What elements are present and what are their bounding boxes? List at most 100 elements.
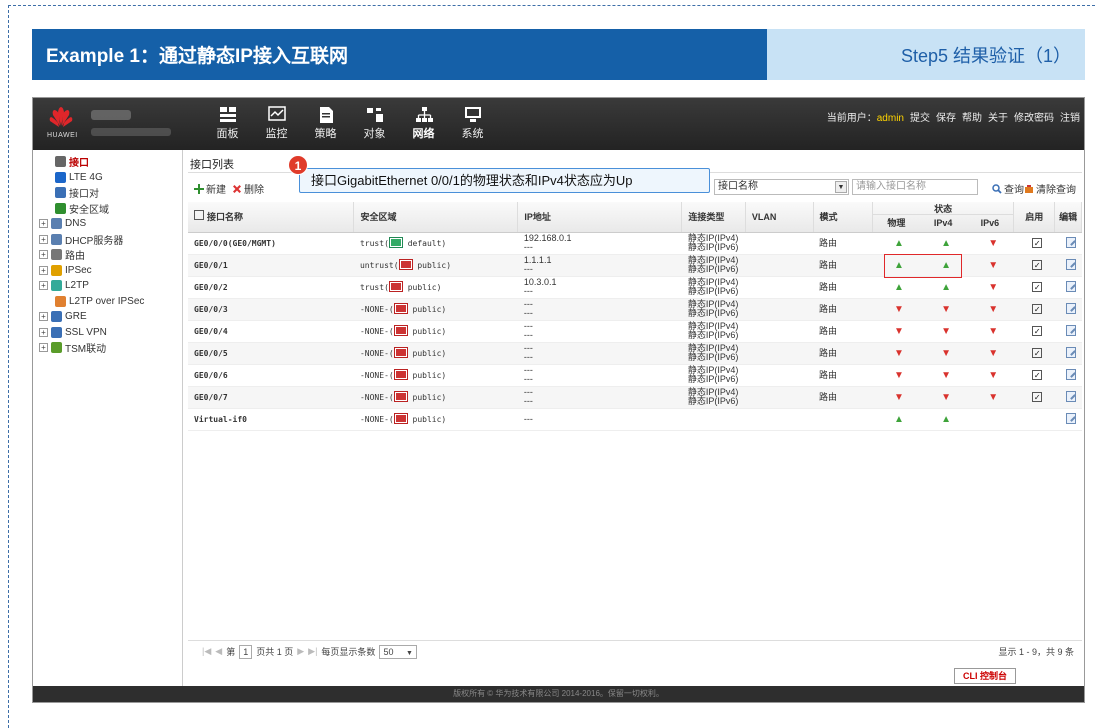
main-content: 接口列表 新建 删除 接口名称 ▼ 请输入接口名称 查询 清除查询 接口Giga… xyxy=(184,150,1084,688)
interface-name[interactable]: GE0/0/0(GE0/MGMT) xyxy=(188,232,354,255)
connection-type xyxy=(681,408,746,431)
enable-checkbox[interactable]: ✓ xyxy=(1032,370,1043,380)
per-page-select[interactable]: 50 ▼ xyxy=(379,644,417,659)
nav-dashboard[interactable]: 面板 xyxy=(203,104,252,141)
edit-icon[interactable] xyxy=(1066,324,1077,336)
edit-icon[interactable] xyxy=(1066,258,1077,270)
interface-name[interactable]: GE0/0/3 xyxy=(188,298,354,321)
search-input[interactable]: 请输入接口名称 xyxy=(852,179,978,195)
nav-network[interactable]: 网络 xyxy=(399,104,448,141)
sidebar-item-5[interactable]: + DNS xyxy=(33,216,182,232)
table-row[interactable]: GE0/0/3 -NONE-( public) --- --- 静态IP(IPv4… xyxy=(188,298,1082,321)
top-links: 当前用户：admin 提交 保存 帮助 关于 修改密码 注销 xyxy=(827,109,1080,124)
nav-system[interactable]: 系统 xyxy=(448,104,497,141)
table-row[interactable]: GE0/0/6 -NONE-( public) --- --- 静态IP(IPv4… xyxy=(188,364,1082,387)
next-page-icon[interactable]: ▶ xyxy=(297,646,304,657)
table-row[interactable]: GE0/0/0(GE0/MGMT) trust( default) 192.16… xyxy=(188,232,1082,255)
enable-checkbox[interactable]: ✓ xyxy=(1032,238,1043,248)
logout-link[interactable]: 注销 xyxy=(1060,109,1080,124)
save-link[interactable]: 保存 xyxy=(936,109,956,124)
first-page-icon[interactable]: |◀ xyxy=(202,646,211,657)
sidebar-item-8[interactable]: + IPSec xyxy=(33,263,182,279)
clear-query-button[interactable]: 清除查询 xyxy=(1024,181,1076,196)
vlan xyxy=(745,276,813,299)
network-icon xyxy=(415,107,433,122)
edit-icon[interactable] xyxy=(1066,302,1077,314)
enable-checkbox[interactable]: ✓ xyxy=(1032,304,1043,314)
about-link[interactable]: 关于 xyxy=(988,109,1008,124)
edit-icon[interactable] xyxy=(1066,346,1077,358)
nav-policy[interactable]: 策略 xyxy=(301,104,350,141)
interface-name[interactable]: GE0/0/1 xyxy=(188,254,354,277)
nav-object[interactable]: 对象 xyxy=(350,104,399,141)
zone-icon xyxy=(398,259,413,270)
expand-icon[interactable]: + xyxy=(39,250,48,260)
up-arrow-icon: ▲ xyxy=(941,281,952,293)
sidebar-item-icon xyxy=(51,218,62,230)
phys-status: ▼ xyxy=(872,364,920,387)
sidebar-item-label: LTE 4G xyxy=(69,171,103,183)
enable-checkbox[interactable]: ✓ xyxy=(1032,392,1043,402)
sidebar-item-icon xyxy=(51,233,62,245)
expand-icon[interactable]: + xyxy=(39,234,48,244)
interface-name[interactable]: GE0/0/7 xyxy=(188,386,354,409)
edit-icon[interactable] xyxy=(1066,368,1077,380)
sidebar-item-icon xyxy=(51,249,62,261)
expand-icon[interactable]: + xyxy=(39,343,48,353)
submit-link[interactable]: 提交 xyxy=(910,109,930,124)
enable-checkbox[interactable]: ✓ xyxy=(1032,348,1043,358)
expand-icon[interactable]: + xyxy=(39,265,48,275)
up-arrow-icon: ▲ xyxy=(941,413,952,425)
nav-monitor[interactable]: 监控 xyxy=(252,104,301,141)
interface-name[interactable]: Virtual-if0 xyxy=(188,408,354,431)
pager: |◀ ◀ 第 1 页共 1 页 ▶ ▶| 每页显示条数 50 ▼ 显示 1 - … xyxy=(188,640,1082,662)
enable-checkbox[interactable]: ✓ xyxy=(1032,326,1043,336)
enable-checkbox[interactable]: ✓ xyxy=(1032,282,1043,292)
sidebar-item-9[interactable]: + L2TP xyxy=(33,278,182,294)
query-button[interactable]: 查询 xyxy=(992,181,1024,196)
sidebar-item-10[interactable]: L2TP over IPSec xyxy=(33,294,182,310)
vlan xyxy=(745,408,813,431)
expand-icon[interactable]: + xyxy=(39,219,48,229)
expand-icon[interactable]: + xyxy=(39,327,48,337)
interface-name[interactable]: GE0/0/2 xyxy=(188,276,354,299)
ipv4-status: ▼ xyxy=(919,320,967,343)
help-link[interactable]: 帮助 xyxy=(962,109,982,124)
expand-icon[interactable]: + xyxy=(39,312,48,322)
sidebar-item-1[interactable]: 接口 xyxy=(33,154,182,170)
prev-page-icon[interactable]: ◀ xyxy=(215,646,222,657)
sidebar-item-2[interactable]: LTE 4G xyxy=(33,170,182,186)
callout-number: 1 xyxy=(288,155,308,175)
search-field-select[interactable]: 接口名称 ▼ xyxy=(714,179,849,195)
last-page-icon[interactable]: ▶| xyxy=(308,646,317,657)
sidebar-item-4[interactable]: 安全区域 xyxy=(33,201,182,217)
sidebar-item-3[interactable]: 接口对 xyxy=(33,185,182,201)
page-input[interactable]: 1 xyxy=(239,644,253,659)
cli-console-button[interactable]: CLI 控制台 xyxy=(954,668,1016,684)
edit-icon[interactable] xyxy=(1066,280,1077,292)
table-row[interactable]: GE0/0/4 -NONE-( public) --- --- 静态IP(IPv4… xyxy=(188,320,1082,343)
new-button[interactable]: 新建 xyxy=(194,181,226,196)
nav-label: 策略 xyxy=(314,128,337,140)
delete-button[interactable]: 删除 xyxy=(232,181,264,196)
interface-name[interactable]: GE0/0/5 xyxy=(188,342,354,365)
table-row[interactable]: GE0/0/5 -NONE-( public) --- --- 静态IP(IPv4… xyxy=(188,342,1082,365)
select-all-checkbox[interactable] xyxy=(194,210,204,221)
interface-name[interactable]: GE0/0/4 xyxy=(188,320,354,343)
table-row[interactable]: GE0/0/2 trust( public) 10.3.0.1 --- 静态IP(… xyxy=(188,276,1082,299)
expand-icon[interactable]: + xyxy=(39,281,48,291)
edit-icon[interactable] xyxy=(1066,412,1077,424)
sidebar-item-13[interactable]: + TSM联动 xyxy=(33,340,182,356)
sidebar-item-12[interactable]: + SSL VPN xyxy=(33,325,182,341)
edit-icon[interactable] xyxy=(1066,236,1077,248)
enable-checkbox[interactable]: ✓ xyxy=(1032,260,1043,270)
change-password-link[interactable]: 修改密码 xyxy=(1014,109,1054,124)
ipv4-status: ▼ xyxy=(919,386,967,409)
sidebar-item-6[interactable]: + DHCP服务器 xyxy=(33,232,182,248)
sidebar-item-7[interactable]: + 路由 xyxy=(33,247,182,263)
sidebar-item-11[interactable]: + GRE xyxy=(33,309,182,325)
table-row[interactable]: Virtual-if0 -NONE-( public) --- ▲ ▲ xyxy=(188,408,1082,431)
interface-name[interactable]: GE0/0/6 xyxy=(188,364,354,387)
edit-icon[interactable] xyxy=(1066,390,1077,402)
table-row[interactable]: GE0/0/7 -NONE-( public) --- --- 静态IP(IPv4… xyxy=(188,386,1082,409)
